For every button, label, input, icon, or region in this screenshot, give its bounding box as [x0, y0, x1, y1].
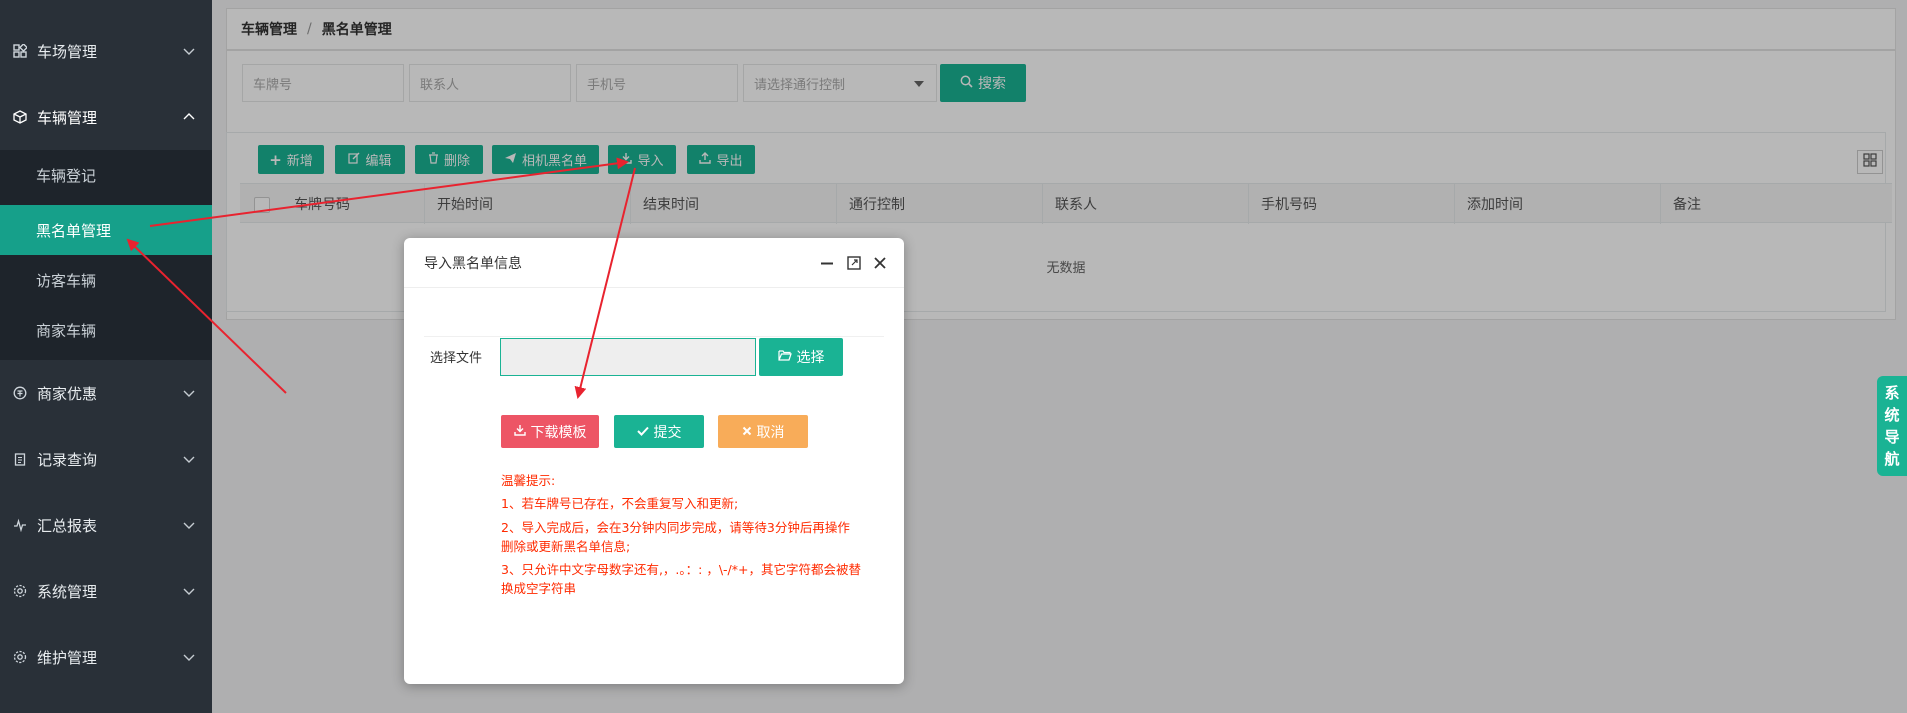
file-path-input[interactable]	[500, 338, 756, 376]
submenu-visitor-vehicle[interactable]: 访客车辆	[0, 255, 212, 305]
chevron-down-icon	[182, 44, 196, 58]
submenu-merchant-vehicle[interactable]: 商家车辆	[0, 305, 212, 355]
choose-file-button[interactable]: 选择	[759, 338, 843, 376]
menu-label: 系统管理	[37, 582, 98, 601]
menu-label: 维护管理	[37, 648, 98, 667]
download-icon	[513, 424, 526, 440]
chevron-down-icon	[182, 386, 196, 400]
tips-title: 温馨提示:	[501, 473, 556, 488]
chevron-down-icon	[182, 650, 196, 664]
close-icon	[742, 424, 752, 440]
tip-item: 3、只允许中文字母数字还有,，.。：: ，\-/*+，其它字符都会被替换成空字符…	[501, 562, 861, 596]
close-icon[interactable]	[872, 255, 888, 271]
cancel-label: 取消	[756, 424, 785, 441]
side-nav-char: 系	[1884, 384, 1900, 402]
menu-parking-lot[interactable]: 车场管理	[0, 18, 212, 84]
chevron-down-icon	[182, 452, 196, 466]
chevron-down-icon	[182, 584, 196, 598]
choose-file-label: 选择	[796, 350, 825, 366]
download-template-button[interactable]: 下载模板	[501, 415, 599, 448]
cube-icon	[12, 109, 28, 125]
grid-icon	[12, 43, 28, 59]
download-template-label: 下载模板	[530, 424, 587, 441]
dialog-title: 导入黑名单信息	[424, 255, 522, 272]
pulse-icon	[12, 517, 28, 533]
side-nav-char: 航	[1884, 450, 1900, 468]
side-nav-char: 导	[1884, 428, 1900, 446]
vehicle-submenu: 车辆登记 黑名单管理 访客车辆 商家车辆	[0, 150, 212, 360]
menu-label: 记录查询	[37, 450, 98, 469]
folder-open-icon	[777, 349, 792, 365]
cancel-button[interactable]: 取消	[718, 415, 808, 448]
menu-label: 车辆管理	[37, 108, 98, 127]
tip-item: 1、若车牌号已存在，不会重复写入和更新;	[501, 496, 739, 511]
check-icon	[636, 424, 649, 440]
side-nav-char: 统	[1884, 406, 1900, 424]
submenu-blacklist[interactable]: 黑名单管理	[0, 205, 212, 255]
menu-record-query[interactable]: 记录查询	[0, 426, 212, 492]
import-blacklist-dialog: 导入黑名单信息 选择文件 选择 下载模板 提交 取消 温馨提示: 1、若车牌号已…	[404, 238, 904, 684]
menu-vehicle[interactable]: 车辆管理	[0, 84, 212, 150]
coupon-icon	[12, 385, 28, 401]
chevron-down-icon	[182, 518, 196, 532]
menu-merchant-discount[interactable]: 商家优惠	[0, 360, 212, 426]
submit-button[interactable]: 提交	[614, 415, 704, 448]
minimize-icon[interactable]	[819, 255, 835, 271]
gear-icon	[12, 583, 28, 599]
chevron-up-icon	[182, 110, 196, 124]
submenu-vehicle-register[interactable]: 车辆登记	[0, 150, 212, 200]
menu-system-management[interactable]: 系统管理	[0, 558, 212, 624]
gear-icon	[12, 649, 28, 665]
system-nav-tab[interactable]: 系 统 导 航	[1877, 376, 1907, 476]
menu-label: 商家优惠	[37, 384, 98, 403]
sidebar: 车场管理 车辆管理 车辆登记 黑名单管理 访客车辆 商家车辆 商家优惠 记录查询…	[0, 0, 212, 713]
file-label: 选择文件	[430, 350, 483, 366]
submit-label: 提交	[653, 424, 682, 441]
clipboard-icon	[12, 451, 28, 467]
maximize-icon[interactable]	[846, 255, 862, 271]
divider	[424, 336, 884, 337]
menu-label: 车场管理	[37, 42, 98, 61]
menu-label: 汇总报表	[37, 516, 98, 535]
menu-summary-report[interactable]: 汇总报表	[0, 492, 212, 558]
menu-maintenance[interactable]: 维护管理	[0, 624, 212, 690]
tip-item: 2、导入完成后，会在3分钟内同步完成，请等待3分钟后再操作删除或更新黑名单信息;	[501, 520, 850, 554]
